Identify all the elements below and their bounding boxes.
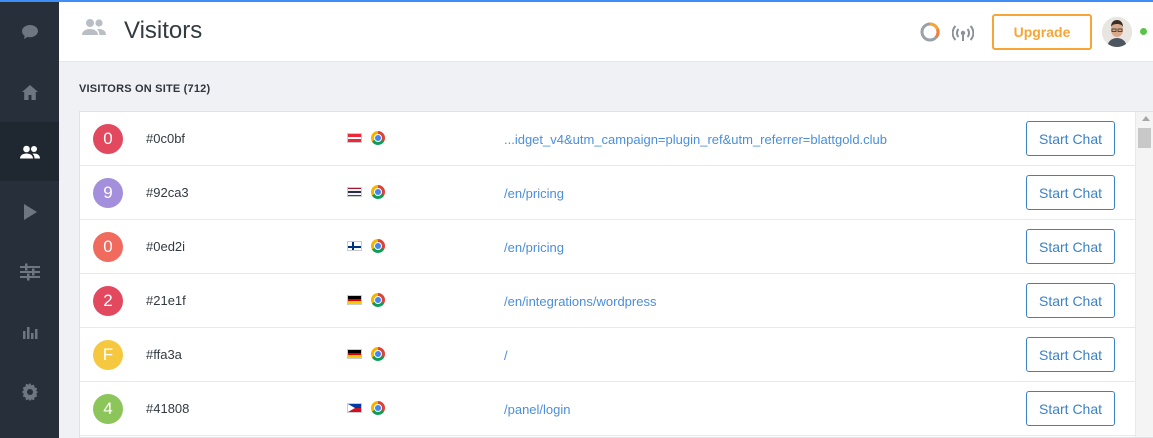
- visitor-row[interactable]: 4 #41808/panel/login Start Chat: [80, 382, 1135, 436]
- start-chat-button[interactable]: Start Chat: [1026, 337, 1115, 372]
- sidebar-item-chats[interactable]: [0, 2, 59, 61]
- start-chat-button[interactable]: Start Chat: [1026, 283, 1115, 318]
- play-icon: [23, 203, 37, 220]
- thailand-flag-icon: [347, 187, 362, 197]
- sidebar-item-visitors[interactable]: [0, 122, 59, 181]
- visitor-avatar-badge: 0: [93, 124, 123, 154]
- chrome-browser-icon: [371, 185, 385, 199]
- upgrade-button[interactable]: Upgrade: [992, 14, 1092, 50]
- scrollbar-thumb[interactable]: [1138, 128, 1151, 148]
- visitor-current-url[interactable]: /en/pricing: [504, 240, 564, 255]
- visitor-id: #ffa3a: [146, 347, 182, 362]
- chrome-browser-icon: [371, 239, 385, 253]
- visitor-row[interactable]: 9 #92ca3/en/pricing Start Chat: [80, 166, 1135, 220]
- sidebar-item-settings-sliders[interactable]: [0, 242, 59, 301]
- start-chat-button[interactable]: Start Chat: [1026, 175, 1115, 210]
- sidebar: [0, 0, 59, 438]
- start-chat-button[interactable]: Start Chat: [1026, 391, 1115, 426]
- visitor-row[interactable]: 0 #0c0bf ...idget_v4&utm_campaign=plugin_r…: [80, 112, 1135, 166]
- scroll-up-arrow-icon[interactable]: [1142, 116, 1150, 121]
- visitors-count-heading: VISITORS ON SITE (712): [79, 83, 211, 95]
- start-chat-button[interactable]: Start Chat: [1026, 121, 1115, 156]
- sidebar-item-settings[interactable]: [0, 362, 59, 421]
- visitor-row[interactable]: 2 #21e1f/en/integrations/wordpress Start C…: [80, 274, 1135, 328]
- visitor-current-url[interactable]: /en/pricing: [504, 186, 564, 201]
- visitor-id: #41808: [146, 401, 190, 416]
- visitor-avatar-badge: 4: [93, 394, 123, 424]
- chrome-browser-icon: [371, 401, 385, 415]
- users-icon: [19, 145, 40, 158]
- page-title: Visitors: [124, 17, 203, 44]
- visitor-avatar-badge: 9: [93, 178, 123, 208]
- users-icon: [81, 18, 107, 41]
- philippines-flag-icon: [347, 403, 362, 413]
- gear-icon: [21, 382, 38, 401]
- top-header: Visitors Upgrade: [59, 2, 1153, 62]
- home-icon: [21, 85, 38, 100]
- chrome-browser-icon: [371, 347, 385, 361]
- chat-bubble-icon: [21, 24, 38, 39]
- visitors-list: 0 #0c0bf ...idget_v4&utm_campaign=plugin_r…: [79, 111, 1153, 438]
- top-accent-bar: [0, 0, 1153, 2]
- sidebar-item-recordings[interactable]: [0, 182, 59, 241]
- avatar[interactable]: [1102, 17, 1132, 47]
- broadcast-signal-icon[interactable]: [951, 21, 975, 48]
- visitor-current-url[interactable]: ...idget_v4&utm_campaign=plugin_ref&utm_…: [504, 132, 887, 147]
- germany-flag-icon: [347, 295, 362, 305]
- visitor-id: #21e1f: [146, 293, 186, 308]
- online-status-indicator: [1140, 28, 1147, 35]
- visitor-avatar-badge: 0: [93, 232, 123, 262]
- bar-chart-icon: [22, 326, 37, 339]
- visitor-row[interactable]: F #ffa3a / Start Chat: [80, 328, 1135, 382]
- chrome-browser-icon: [371, 131, 385, 145]
- finland-flag-icon: [347, 241, 362, 251]
- germany-flag-icon: [347, 349, 362, 359]
- start-chat-button[interactable]: Start Chat: [1026, 229, 1115, 264]
- loading-spinner-icon: [919, 21, 941, 48]
- visitor-avatar-badge: F: [93, 340, 123, 370]
- sidebar-item-reports[interactable]: [0, 302, 59, 361]
- visitor-current-url[interactable]: /panel/login: [504, 402, 571, 417]
- scrollbar[interactable]: [1135, 112, 1153, 437]
- visitor-id: #0c0bf: [146, 131, 186, 146]
- visitor-id: #92ca3: [146, 185, 189, 200]
- visitor-avatar-badge: 2: [93, 286, 123, 316]
- sidebar-item-home[interactable]: [0, 63, 59, 122]
- austria-flag-icon: [347, 133, 362, 143]
- visitor-current-url[interactable]: /en/integrations/wordpress: [504, 294, 656, 309]
- chrome-browser-icon: [371, 293, 385, 307]
- sliders-icon: [19, 263, 40, 280]
- visitor-row[interactable]: 0 #0ed2i/en/pricing Start Chat: [80, 220, 1135, 274]
- visitor-current-url[interactable]: /: [504, 348, 508, 363]
- visitor-id: #0ed2i: [146, 239, 186, 254]
